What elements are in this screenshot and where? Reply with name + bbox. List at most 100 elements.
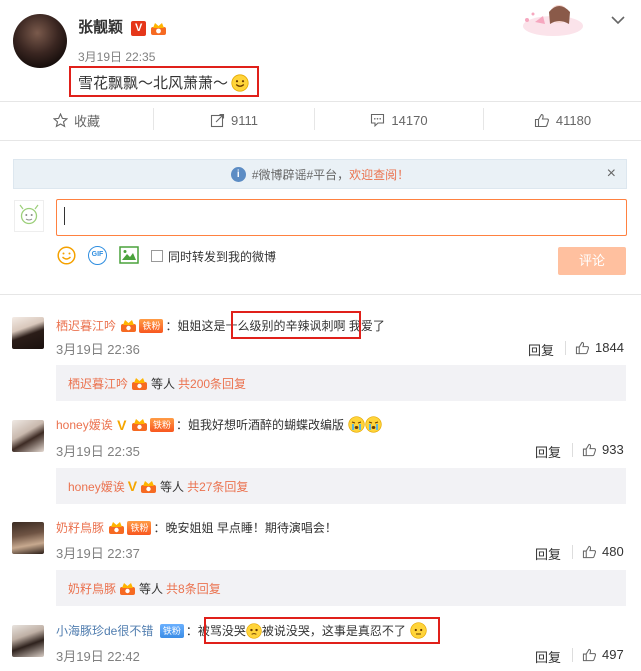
submit-comment-button[interactable]: 评论 [558,247,626,275]
comment-avatar[interactable] [12,522,44,554]
sub-reply-count[interactable]: 共27条回复 [187,478,248,495]
comment-text-row: 奶籽鳥豚 铁粉 ：晚安姐姐 早点睡！期待演唱会！ [56,519,337,537]
star-icon [52,112,68,128]
sub-reply-count[interactable]: 共200条回复 [178,375,246,392]
commenter-name[interactable]: honey嫒诶 [56,418,113,432]
divider [0,140,641,141]
comment-like-count: 497 [602,647,624,662]
sync-repost-checkbox[interactable] [151,250,163,262]
favorite-button[interactable]: 收藏 [0,108,153,132]
fan-badge[interactable]: 铁粉 [149,417,174,432]
crown-badge-icon [121,320,137,333]
comment-like-button[interactable]: 497 [582,647,624,662]
comment-time: 3月19日 22:36 [56,342,140,357]
close-notice-button[interactable]: × [607,165,616,183]
thumbs-up-icon [582,545,597,558]
author-name[interactable]: 张靓颖 [78,19,123,36]
crown-badge-icon [141,480,157,493]
comment-text: ：姐我好想听酒醉的蝴蝶改编版 [175,418,344,432]
comment-text-prefix: ： [185,624,198,638]
sub-reply-name[interactable]: honey嫒诶 [68,478,125,495]
post-text-row: 雪花飘飘～北风萧萧～ [78,72,249,93]
thumbs-up-icon [534,113,549,127]
notice-text: #微博辟谣#平台， [251,167,350,182]
comment-text-row: honey嫒诶 V 铁粉 ：姐我好想听酒醉的蝴蝶改编版 [56,416,383,434]
post-time[interactable]: 3月19日 22:35 [78,48,155,65]
sub-reply-count[interactable]: 共8条回复 [166,580,221,597]
commenter-name[interactable]: 奶籽鳥豚 [56,521,104,535]
post-text: 雪花飘飘～北风萧萧～ [78,75,229,92]
comment-text: ：晚安姐姐 早点睡！期待演唱会！ [153,521,337,535]
sub-replies-bar[interactable]: honey嫒诶 V 等人 共27条回复 [56,468,626,504]
comment-avatar[interactable] [12,625,44,657]
comment-input[interactable] [56,199,627,236]
crown-badge-icon [120,582,136,595]
comment-like-button[interactable]: 933 [582,442,624,457]
decorative-illustration [523,5,583,36]
author-avatar[interactable] [13,14,67,68]
verified-badge-icon: V [131,20,147,36]
chevron-down-icon[interactable] [611,15,625,25]
comment-icon [371,113,385,127]
comment-like-button[interactable]: 1844 [575,340,624,355]
comment-like-count: 1844 [595,340,624,355]
reply-button[interactable]: 回复 [535,442,561,461]
comment-time: 3月19日 22:42 [56,649,140,664]
thumbs-up-icon [575,341,590,354]
comment-button[interactable]: 14170 [315,108,483,132]
highlight-box [204,617,440,644]
crying-emoji-icon [348,416,366,433]
thumbs-up-icon [582,443,597,456]
text-cursor [64,207,65,225]
comment-like-count: 480 [602,544,624,559]
sync-repost-label: 同时转发到我的微博 [168,250,277,264]
like-button[interactable]: 41180 [484,108,641,132]
separator [565,341,566,355]
reply-button[interactable]: 回复 [528,340,554,359]
comment-like-button[interactable]: 480 [582,544,624,559]
sub-reply-name[interactable]: 奶籽鳥豚 [68,580,116,597]
thumbs-up-icon [582,648,597,661]
commenter-name[interactable]: 小海豚珍de很不错 [56,624,153,638]
gif-picker-icon[interactable]: GIF [88,246,107,265]
separator [572,648,573,662]
favorite-label: 收藏 [73,113,100,129]
comment-count: 14170 [391,112,428,128]
reply-button[interactable]: 回复 [535,544,561,563]
fan-badge[interactable]: 铁粉 [159,623,184,638]
separator [572,443,573,457]
repost-icon [210,113,225,127]
crown-badge-icon [109,522,125,535]
repost-button[interactable]: 9111 [154,108,314,132]
divider [0,101,641,102]
notice-link[interactable]: 欢迎查阅！ [349,166,409,183]
verified-v-icon: V [127,478,138,494]
sub-reply-mid: 等人 [151,376,176,391]
reply-button[interactable]: 回复 [535,647,561,666]
image-picker-icon[interactable] [119,246,139,264]
smile-emoji-icon [231,73,249,92]
crown-badge-icon [151,22,167,35]
sub-reply-name[interactable]: 栖迟暮江吟 [68,375,128,392]
comment-time: 3月19日 22:35 [56,444,140,459]
comment-like-count: 933 [602,442,624,457]
comment-avatar[interactable] [12,420,44,452]
commenter-name[interactable]: 栖迟暮江吟 [56,319,116,333]
verified-v-icon: V [117,416,127,433]
emoji-picker-icon[interactable] [57,246,76,265]
comment-text-a: ：姐姐这是 [165,319,226,333]
fan-badge[interactable]: 铁粉 [127,520,152,535]
separator [572,545,573,559]
highlight-box [231,311,361,339]
sub-reply-mid: 等人 [139,581,164,596]
author-row: 张靓颖 V [78,16,167,37]
comment-time: 3月19日 22:37 [56,546,140,561]
repost-count: 9111 [231,112,258,128]
fan-badge[interactable]: 铁粉 [139,318,164,333]
sub-replies-bar[interactable]: 奶籽鳥豚 等人 共8条回复 [56,570,626,606]
sub-replies-bar[interactable]: 栖迟暮江吟 等人 共200条回复 [56,365,626,401]
crown-badge-icon [131,419,147,432]
user-avatar-icon [14,200,44,232]
comment-avatar[interactable] [12,317,44,349]
like-count: 41180 [555,112,592,128]
